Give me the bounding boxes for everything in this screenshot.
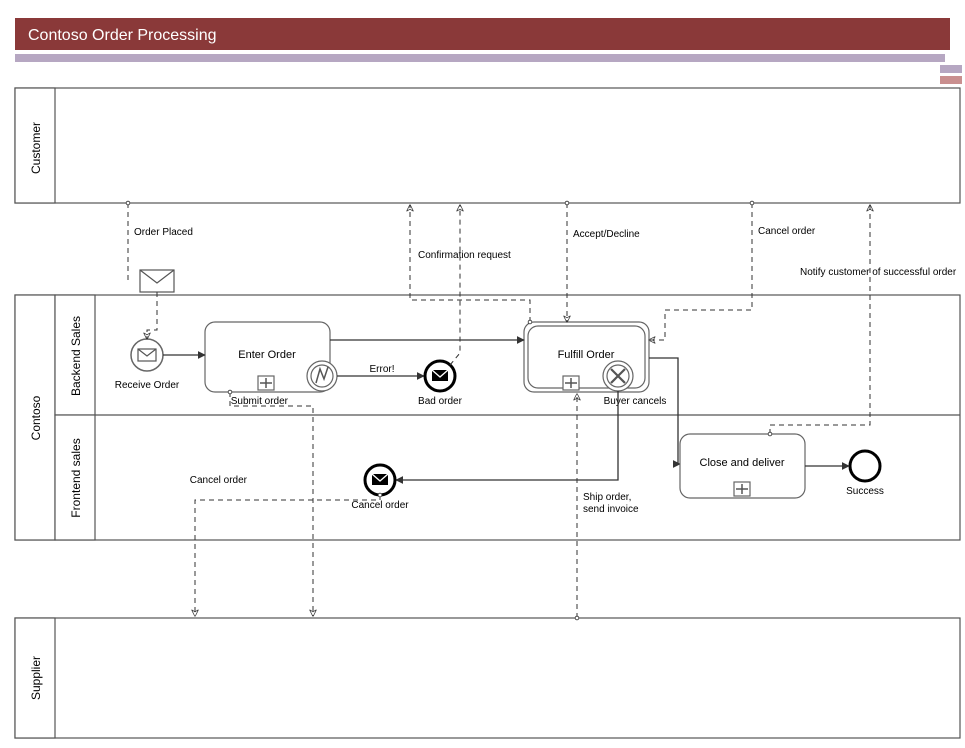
- task-label: Fulfill Order: [558, 349, 615, 361]
- message-label: Order Placed: [134, 227, 193, 238]
- event-label: Bad order: [418, 396, 463, 407]
- end-event-success: Success: [846, 451, 884, 497]
- message-label: Submit order: [231, 396, 289, 407]
- pool-supplier: Supplier: [15, 618, 960, 738]
- task-close-deliver: Close and deliver: [680, 434, 805, 498]
- message-label: Ship order,: [583, 492, 631, 503]
- task-label: Enter Order: [238, 349, 296, 361]
- event-label: Success: [846, 486, 884, 497]
- subprocess-marker-icon: [734, 482, 750, 496]
- decor-bar: [940, 76, 962, 84]
- message-label: Cancel order: [758, 226, 816, 237]
- flow-label: Error!: [370, 364, 395, 375]
- task-label: Close and deliver: [700, 457, 785, 469]
- page-title: Contoso Order Processing: [28, 27, 217, 44]
- message-label: Notify customer of successful order: [800, 267, 957, 278]
- pool-customer: Customer: [15, 88, 960, 203]
- pool-label: Customer: [29, 122, 43, 174]
- boundary-event-cancel-icon: [603, 361, 633, 391]
- subprocess-marker-icon: [563, 376, 579, 390]
- message-label: Accept/Decline: [573, 229, 640, 240]
- boundary-event-error-icon: [307, 361, 337, 391]
- message-envelope-icon: [140, 270, 174, 292]
- subprocess-marker-icon: [258, 376, 274, 390]
- lane-label-backend: Backend Sales: [69, 316, 83, 396]
- pool-label: Contoso: [29, 395, 43, 440]
- event-label: Buyer cancels: [604, 396, 667, 407]
- event-label: Cancel order: [351, 500, 409, 511]
- message-label: send invoice: [583, 504, 639, 515]
- pool-label: Supplier: [29, 656, 43, 700]
- message-label: Confirmation request: [418, 250, 511, 261]
- decor-bar: [15, 54, 945, 62]
- lane-label-frontend: Frontend sales: [69, 438, 83, 517]
- decor-bar: [940, 65, 962, 73]
- message-label: Cancel order: [190, 475, 248, 486]
- event-label: Receive Order: [115, 380, 180, 391]
- task-enter-order: Enter Order: [205, 322, 337, 392]
- pool-contoso: Contoso Backend Sales Frontend sales: [15, 295, 960, 540]
